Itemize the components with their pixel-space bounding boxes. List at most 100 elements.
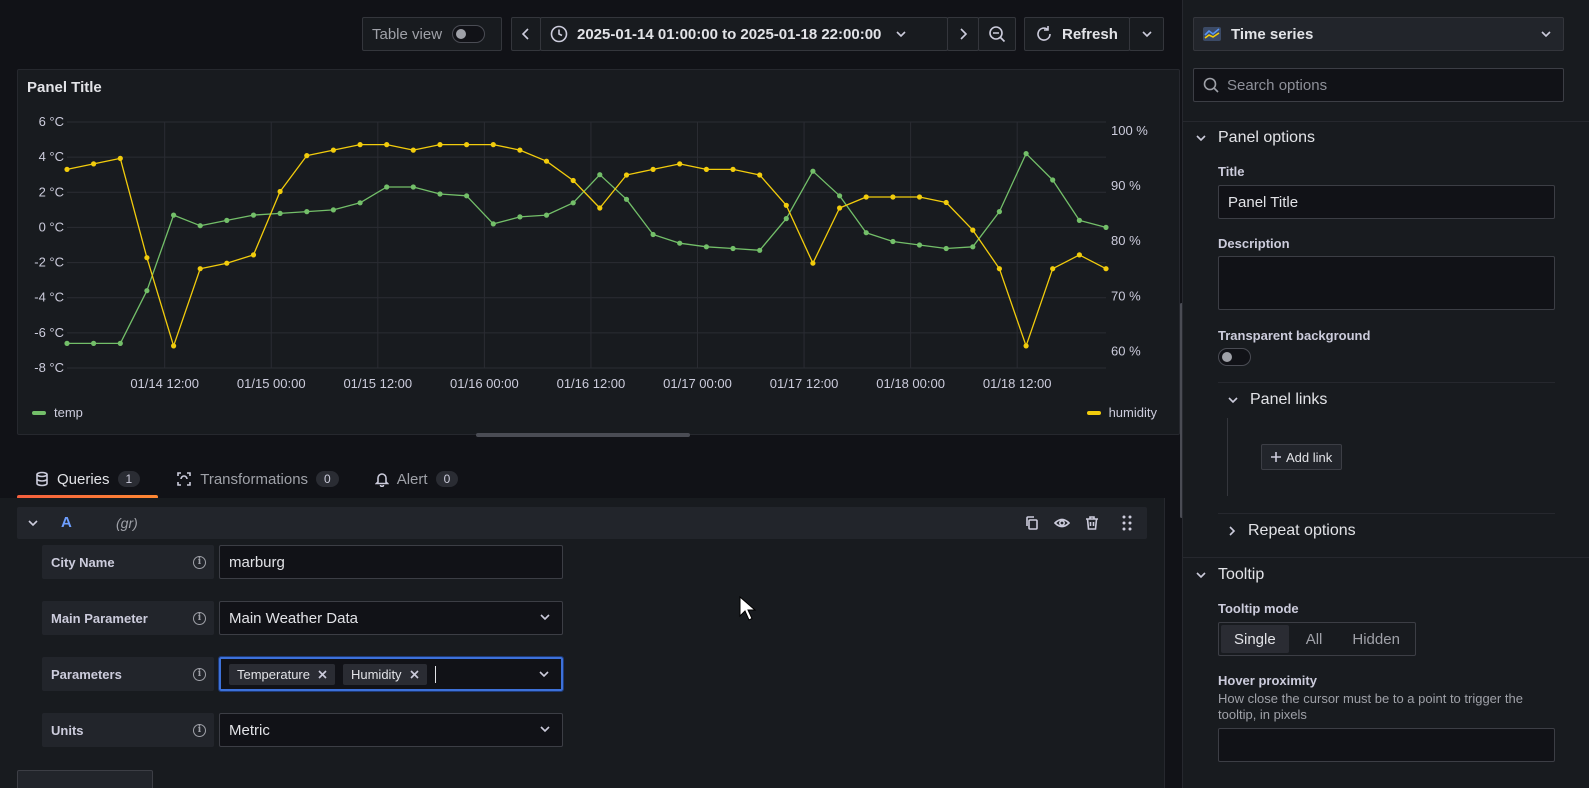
data-point-temp (1050, 177, 1056, 183)
data-point-temp (970, 244, 976, 250)
title-input[interactable]: Panel Title (1218, 185, 1555, 219)
data-point-humidity (863, 194, 869, 200)
data-point-temp (916, 242, 923, 248)
text-cursor (434, 665, 436, 683)
data-point-temp (650, 231, 656, 238)
query-datasource: (gr) (116, 515, 138, 531)
tooltip-mode-hidden[interactable]: Hidden (1339, 625, 1413, 653)
tab-alert-count: 0 (435, 471, 459, 487)
remove-icon[interactable] (409, 669, 419, 679)
transform-icon (177, 472, 192, 486)
description-label: Description (1218, 236, 1290, 251)
y-right-tick-label: 80 % (1111, 233, 1141, 248)
main-parameter-value: Main Weather Data (229, 609, 358, 627)
data-point-temp (224, 217, 230, 223)
data-point-temp (783, 216, 789, 222)
query-row-header[interactable]: A (gr) (17, 507, 1147, 539)
divider (1218, 513, 1555, 514)
data-point-humidity (517, 147, 523, 153)
chevron-right-icon (1229, 526, 1236, 536)
info-icon[interactable]: i (193, 667, 206, 681)
table-view-switch[interactable] (452, 25, 486, 43)
data-point-humidity (783, 202, 789, 208)
main-parameter-row: Main Parameter i Main Weather Data (42, 601, 563, 635)
chevron-down-icon (539, 671, 549, 678)
y-left-tick-label: -6 °C (34, 325, 64, 340)
tab-queries[interactable]: Queries 1 (17, 460, 159, 499)
units-label: Units i (42, 713, 214, 747)
main-parameter-label-text: Main Parameter (51, 610, 148, 626)
panel-resize-handle[interactable] (476, 433, 690, 437)
parameter-chip-humidity: Humidity (342, 663, 427, 685)
transparent-background-switch[interactable] (1218, 348, 1251, 366)
eye-icon[interactable] (1054, 515, 1070, 531)
transparent-background-label: Transparent background (1218, 328, 1371, 343)
info-icon[interactable]: i (193, 611, 206, 625)
time-series-chart[interactable]: 6 °C 4 °C 2 °C 0 °C -2 °C -4 °C -6 °C -8 °C 100 … (18, 70, 1181, 436)
data-point-temp (623, 196, 630, 202)
x-tick-label: 01/18 00:00 (876, 376, 945, 391)
chevron-down-icon (1141, 31, 1152, 38)
query-editor: A (gr) City Name i marburg Main Paramete… (0, 498, 1165, 788)
time-range-forward-button[interactable] (947, 17, 979, 51)
x-tick-label: 01/16 12:00 (557, 376, 626, 391)
city-name-label: City Name i (42, 545, 214, 579)
refresh-interval-dropdown[interactable] (1129, 17, 1164, 51)
data-point-humidity (1103, 266, 1109, 272)
tooltip-mode-all[interactable]: All (1293, 625, 1336, 653)
divider (1183, 121, 1589, 122)
data-point-humidity (916, 194, 923, 200)
time-range-picker[interactable]: 2025-01-14 01:00:00 to 2025-01-18 22:00:… (540, 17, 948, 51)
options-sidebar: Time series Search options Panel options… (1182, 0, 1589, 788)
panel-options-title: Panel options (1218, 129, 1315, 146)
chip-label: Humidity (350, 666, 402, 682)
search-options-input[interactable]: Search options (1193, 68, 1564, 102)
x-tick-label: 01/15 00:00 (237, 376, 306, 391)
legend-label-humidity: humidity (1108, 405, 1157, 420)
parameters-multiselect[interactable]: Temperature Humidity (218, 656, 564, 692)
refresh-button[interactable]: Refresh (1024, 17, 1130, 51)
query-ref-id[interactable]: A (61, 514, 72, 531)
data-point-humidity (1076, 252, 1082, 258)
legend-item-temp[interactable]: temp (32, 405, 83, 420)
chevron-down-icon (896, 31, 906, 38)
main-parameter-select[interactable]: Main Weather Data (219, 601, 563, 635)
city-name-input[interactable]: marburg (219, 545, 563, 579)
data-point-temp (330, 207, 336, 213)
drag-handle-icon[interactable] (1121, 515, 1133, 531)
copy-icon[interactable] (1024, 515, 1040, 531)
series-line-humidity (66, 143, 1107, 347)
tab-alert-label: Alert (396, 470, 428, 488)
description-textarea[interactable] (1218, 256, 1555, 310)
chevron-down-icon (1196, 135, 1206, 142)
tooltip-mode-label: Tooltip mode (1218, 601, 1299, 616)
tab-transformations[interactable]: Transformations 0 (158, 460, 357, 498)
legend-item-humidity[interactable]: humidity (1086, 405, 1157, 420)
remove-icon[interactable] (318, 669, 327, 679)
chevron-down-icon[interactable] (28, 519, 38, 527)
tooltip-header[interactable]: Tooltip (1196, 566, 1264, 584)
tooltip-mode-single[interactable]: Single (1221, 625, 1289, 653)
add-link-button[interactable]: Add link (1261, 444, 1343, 470)
divider (1183, 557, 1589, 558)
data-point-humidity (543, 158, 550, 164)
editor-tabs: Queries 1 Transformations 0 Alert 0 (17, 460, 477, 499)
data-point-temp (1076, 217, 1082, 223)
add-query-button[interactable] (17, 770, 153, 788)
trash-icon[interactable] (1084, 515, 1100, 531)
zoom-out-button[interactable] (978, 17, 1016, 51)
tab-alert[interactable]: Alert 0 (357, 460, 477, 498)
data-point-humidity (650, 166, 656, 172)
panel-options-header[interactable]: Panel options (1196, 129, 1315, 147)
hover-proximity-input[interactable] (1218, 728, 1555, 762)
panel-links-header[interactable]: Panel links (1228, 391, 1327, 409)
info-icon[interactable]: i (193, 555, 206, 569)
time-range-back-button[interactable] (511, 17, 541, 51)
info-icon[interactable]: i (193, 723, 206, 737)
visualization-picker[interactable]: Time series (1193, 17, 1564, 51)
repeat-options-header[interactable]: Repeat options (1228, 522, 1356, 540)
y-right-tick-label: 100 % (1111, 123, 1148, 138)
table-view-toggle[interactable]: Table view (362, 17, 502, 51)
units-row: Units i Metric (42, 713, 563, 747)
units-select[interactable]: Metric (219, 713, 563, 747)
